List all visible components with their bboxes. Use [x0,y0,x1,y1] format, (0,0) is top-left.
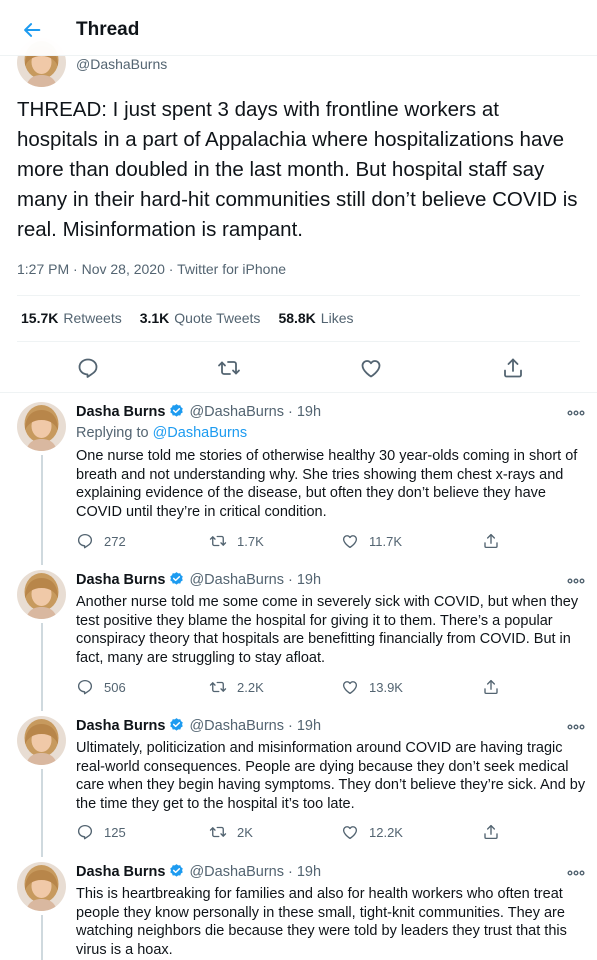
reply-button[interactable]: 506 [76,678,126,696]
top-header: Thread [0,0,597,56]
reply-actions: 506 2.2K 13.9K [76,678,516,698]
avatar[interactable] [17,402,66,451]
reply-icon [76,823,94,841]
like-icon [341,678,359,696]
likes-stat[interactable]: 58.8K Likes [278,310,353,326]
divider [17,295,580,296]
reply-actions: 272 1.7K 11.7K [76,532,516,552]
verified-badge-icon [168,863,185,880]
thread-line [41,915,43,960]
author-handle[interactable]: @DashaBurns [189,864,284,880]
divider [17,341,580,342]
share-button[interactable] [482,823,510,841]
like-button[interactable] [359,356,383,380]
reply-icon [76,356,100,380]
author-name[interactable]: Dasha Burns [76,718,165,734]
share-button[interactable] [482,678,510,696]
author-handle[interactable]: @DashaBurns [189,718,284,734]
reply-text: Another nurse told me some come in sever… [76,594,579,666]
share-icon [482,823,500,841]
retweet-button[interactable] [217,356,241,380]
retweet-icon [209,532,227,550]
like-button[interactable]: 11.7K [341,532,402,550]
replying-to: Replying to @DashaBurns [76,425,248,441]
main-tweet-actions [0,350,597,386]
page-title: Thread [76,19,140,40]
reply-button[interactable]: 125 [76,823,126,841]
like-icon [359,356,383,380]
reply-button[interactable]: 272 [76,532,126,550]
reply-text: Ultimately, politicization and misinform… [76,740,586,812]
reply-actions: 125 2K 12.2K [76,823,516,843]
divider [0,392,597,393]
retweets-stat[interactable]: 15.7K Retweets [21,310,122,326]
replying-to-link[interactable]: @DashaBurns [153,425,248,441]
reply-text: This is heartbreaking for families and a… [76,886,567,958]
author-name[interactable]: Dasha Burns [76,864,165,880]
like-button[interactable]: 13.9K [341,678,403,696]
more-icon[interactable] [566,865,586,881]
verified-badge-icon [168,403,185,420]
share-button[interactable] [482,532,510,550]
like-button[interactable]: 12.2K [341,823,403,841]
tweet-meta: 1:27 PM · Nov 28, 2020 · Twitter for iPh… [17,261,287,277]
thread-line [41,769,43,857]
author-name[interactable]: Dasha Burns [76,404,165,420]
avatar[interactable] [17,862,66,911]
avatar[interactable] [17,570,66,619]
verified-badge-icon [168,717,185,734]
share-icon [482,678,500,696]
avatar[interactable] [17,716,66,765]
back-button[interactable] [12,10,52,50]
reply-button[interactable] [76,356,100,380]
reply-icon [76,678,94,696]
share-icon [482,532,500,550]
tweet-timestamp[interactable]: 1:27 PM · Nov 28, 2020 [17,261,165,277]
retweet-icon [217,356,241,380]
quote-tweets-stat[interactable]: 3.1K Quote Tweets [140,310,261,326]
like-icon [341,823,359,841]
verified-badge-icon [168,571,185,588]
retweet-button[interactable]: 2K [209,823,253,841]
more-icon[interactable] [566,573,586,589]
retweet-icon [209,823,227,841]
like-icon [341,532,359,550]
author-name[interactable]: Dasha Burns [76,572,165,588]
share-icon [501,356,525,380]
tweet-age[interactable]: 19h [297,864,321,880]
reply-text: One nurse told me stories of otherwise h… [76,448,578,520]
main-tweet-text: THREAD: I just spent 3 days with frontli… [17,98,578,241]
thread-line [41,623,43,711]
reply-icon [76,532,94,550]
thread-line [41,455,43,565]
more-icon[interactable] [566,719,586,735]
tweet-age[interactable]: 19h [297,404,321,420]
reply-tweet[interactable]: Dasha Burns @DashaBurns · 19h This is he… [0,862,597,960]
tweet-age[interactable]: 19h [297,572,321,588]
tweet-source[interactable]: Twitter for iPhone [177,261,286,277]
retweet-button[interactable]: 2.2K [209,678,264,696]
share-button[interactable] [501,356,525,380]
more-icon[interactable] [566,405,586,421]
retweet-icon [209,678,227,696]
author-handle[interactable]: @DashaBurns [189,404,284,420]
tweet-age[interactable]: 19h [297,718,321,734]
retweet-button[interactable]: 1.7K [209,532,264,550]
main-tweet-handle[interactable]: @DashaBurns [76,56,167,72]
tweet-stats: 15.7K Retweets 3.1K Quote Tweets 58.8K Like… [21,310,353,326]
back-arrow-icon [24,23,41,37]
author-handle[interactable]: @DashaBurns [189,572,284,588]
